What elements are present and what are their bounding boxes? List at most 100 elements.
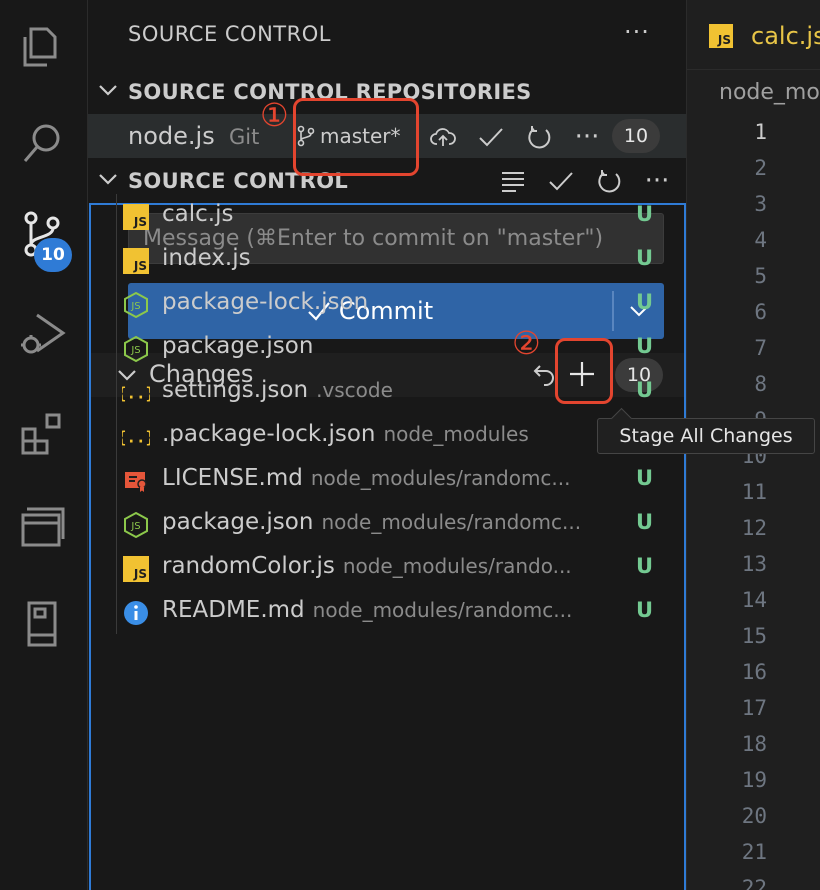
file-directory: node_modules/randomc... [321,510,582,534]
file-status-untracked: U [636,246,654,270]
file-name: .package-lock.json node_modules [162,421,529,447]
run-debug-icon[interactable] [14,306,70,362]
file-row[interactable]: JS calc.js U [116,194,681,238]
sidebar-more-icon[interactable]: ··· [624,18,650,46]
scm-badge: 10 [34,238,72,272]
annotation-number-one: ① [260,96,289,134]
changes-file-list: JS calc.js U JS index.js U JS package-lock.json… [116,194,681,634]
line-number-gutter: 12345678910111213141516171819202122 [687,114,767,890]
svg-text:{..}: {..} [122,428,150,447]
file-name: package.json node_modules/randomc... [162,509,582,535]
chevron-down-icon [99,85,117,96]
file-status-untracked: U [636,334,654,358]
svg-text:JS: JS [130,345,140,356]
remote-explorer-icon[interactable] [14,500,70,556]
annotation-number-two: ② [512,324,541,362]
nodejs-file-icon: JS [122,511,150,539]
svg-text:JS: JS [130,521,140,532]
file-name: index.js [162,245,251,271]
line-number: 13 [741,552,767,576]
breadcrumb[interactable]: node_mo [719,80,820,105]
file-row[interactable]: JS package.json node_modules/randomc... U [116,502,681,546]
repo-name: node.js [128,122,215,150]
file-name: randomColor.js node_modules/rando... [162,553,572,579]
view-as-list-icon[interactable] [496,166,530,196]
file-row[interactable]: JS index.js U [116,238,681,282]
file-name: calc.js [162,201,234,227]
file-status-untracked: U [636,554,654,578]
file-name: README.md node_modules/randomc... [162,597,573,623]
line-number: 19 [741,768,767,792]
annotation-box-stage [555,338,613,404]
svg-text:{..}: {..} [122,384,150,403]
extensions-icon[interactable] [14,404,70,460]
device-icon[interactable] [14,596,70,652]
line-number: 20 [741,804,767,828]
tab-label: calc.js [751,22,820,50]
repo-actions: ··· [426,122,604,152]
line-number: 21 [741,840,767,864]
line-number: 14 [741,588,767,612]
file-directory: node_modules [383,422,529,446]
line-number: 18 [741,732,767,756]
file-row[interactable]: LICENSE.md node_modules/randomc... U [116,458,681,502]
info-file-icon [122,599,150,627]
js-file-icon: JS [122,247,150,275]
line-number: 17 [741,696,767,720]
line-number: 15 [741,624,767,648]
publish-cloud-icon[interactable] [426,122,460,152]
file-directory: node_modules/randomc... [312,598,573,622]
file-row[interactable]: README.md node_modules/randomc... U [116,590,681,634]
license-file-icon [122,467,150,495]
line-number: 5 [754,264,767,288]
file-name: package.json [162,333,314,359]
file-directory: .vscode [316,378,393,402]
file-status-untracked: U [636,598,654,622]
line-number: 16 [741,660,767,684]
file-status-untracked: U [636,466,654,490]
source-control-actions: ··· [496,166,674,196]
nodejs-file-icon: JS [122,335,150,363]
file-name: LICENSE.md node_modules/randomc... [162,465,571,491]
chevron-down-icon [99,174,117,185]
line-number: 11 [741,480,767,504]
commit-check-icon[interactable] [474,122,508,152]
line-number: 1 [754,120,767,144]
refresh-icon[interactable] [592,166,626,196]
line-number: 12 [741,516,767,540]
line-number: 3 [754,192,767,216]
line-number: 4 [754,228,767,252]
js-file-icon: JS [122,555,150,583]
line-number: 8 [754,372,767,396]
line-number: 22 [741,876,767,890]
svg-text:JS: JS [130,301,140,312]
file-directory: node_modules/randomc... [310,466,571,490]
search-icon[interactable] [14,114,70,170]
file-status-untracked: U [636,378,654,402]
file-name: settings.json .vscode [162,377,393,403]
refresh-icon[interactable] [522,122,556,152]
annotation-box-branch [293,98,419,176]
repo-kind: Git [229,125,260,149]
line-number: 6 [754,300,767,324]
js-file-icon: JS [122,203,150,231]
file-row[interactable]: JS package-lock.json U [116,282,681,326]
line-number: 2 [754,156,767,180]
activity-bar: 10 [0,0,88,890]
file-status-untracked: U [636,510,654,534]
file-row[interactable]: JS randomColor.js node_modules/rando... U [116,546,681,590]
file-status-untracked: U [636,290,654,314]
file-status-untracked: U [636,202,654,226]
nodejs-file-icon: JS [122,291,150,319]
repo-more-icon[interactable]: ··· [570,122,604,152]
repo-changes-count: 10 [612,119,660,153]
explorer-icon[interactable] [14,18,70,74]
commit-check-icon[interactable] [544,166,578,196]
stage-all-changes-tooltip: Stage All Changes [597,418,815,454]
file-name: package-lock.json [162,289,369,315]
json-file-icon: {..} [122,379,150,407]
source-control-more-icon[interactable]: ··· [640,166,674,196]
js-file-icon: JS [709,24,733,48]
sidebar-title: SOURCE CONTROL [128,22,331,46]
tab-calc-js[interactable]: JS calc.js [687,0,820,70]
